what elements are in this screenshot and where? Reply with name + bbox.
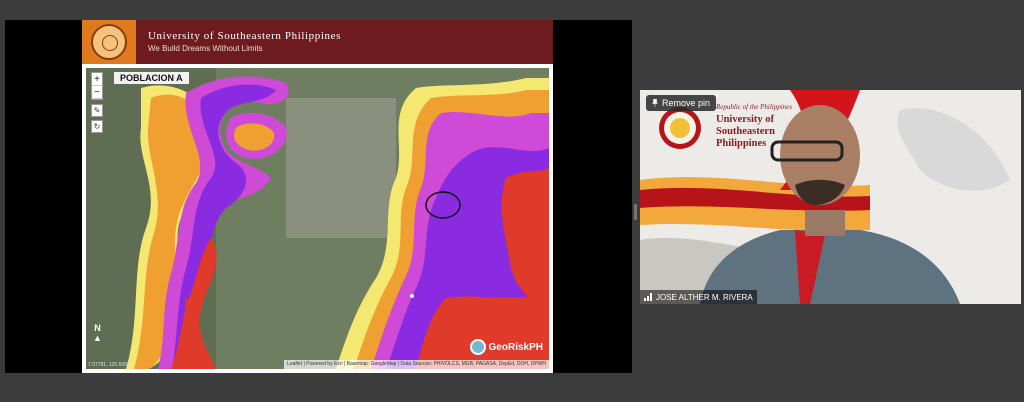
shared-screen[interactable]: University of Southeastern Philippines W…: [5, 20, 632, 373]
map-attribution: Leaflet | Powered by Esri | Basemap: Goo…: [284, 360, 549, 369]
zoom-in-button[interactable]: +: [92, 73, 102, 86]
remove-pin-label: Remove pin: [662, 98, 711, 108]
north-arrow-icon: N ▲: [93, 323, 102, 343]
pin-icon: [652, 99, 658, 107]
north-label: N: [94, 323, 101, 333]
participant-name: JOSE ALTHER M. RIVERA: [656, 292, 753, 302]
meeting-window: University of Southeastern Philippines W…: [0, 0, 1024, 402]
map-layers: [86, 68, 549, 369]
georisk-logo-text: GeoRiskPH: [488, 341, 543, 353]
zoom-out-button[interactable]: −: [92, 86, 102, 99]
presentation-slide: University of Southeastern Philippines W…: [82, 20, 553, 373]
signal-icon: [644, 293, 652, 301]
hazard-map[interactable]: POBLACION A + − ✎ ↻ N ▲ GeoRiskPH 7.0778…: [86, 68, 549, 369]
participant-video-tile[interactable]: Remove pin Republic of the Philippines U…: [640, 90, 1021, 304]
slide-header: University of Southeastern Philippines W…: [82, 20, 553, 64]
banner-university-text: University of Southeastern Philippines: [716, 114, 775, 149]
participant-name-bar: JOSE ALTHER M. RIVERA: [640, 290, 757, 304]
map-coordinates: 7.07781, 125.60884: [88, 362, 133, 368]
university-seal: [82, 20, 136, 64]
map-title: POBLACION A: [114, 72, 189, 84]
panel-resize-handle[interactable]: [634, 204, 637, 220]
zoom-control: + −: [91, 72, 103, 100]
reload-icon[interactable]: ↻: [91, 120, 103, 133]
video-frame: [640, 90, 1021, 304]
remove-pin-button[interactable]: Remove pin: [646, 95, 717, 111]
georisk-logo: GeoRiskPH: [469, 339, 543, 355]
slide-tagline: We Build Dreams Without Limits: [148, 44, 263, 53]
pencil-icon[interactable]: ✎: [91, 104, 103, 117]
slide-university-name: University of Southeastern Philippines: [148, 30, 341, 42]
banner-republic-text: Republic of the Philippines: [716, 103, 793, 111]
